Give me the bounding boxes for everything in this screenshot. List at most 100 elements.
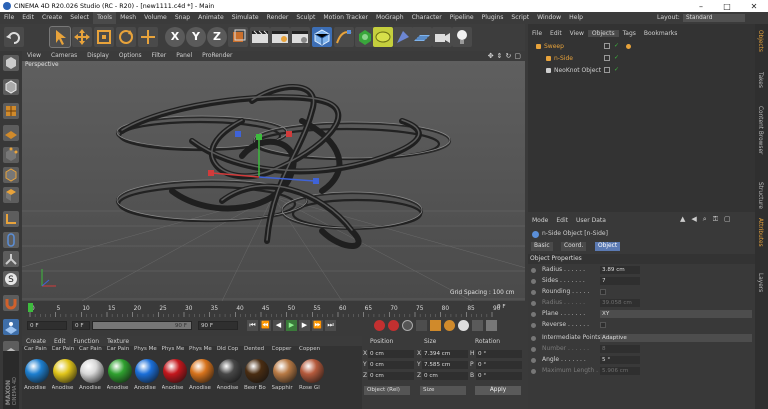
rotation-h-field[interactable]: 0 ° bbox=[476, 350, 522, 358]
edges-mode-icon[interactable] bbox=[3, 167, 19, 183]
menu-select[interactable]: Select bbox=[66, 12, 93, 24]
object-tree-row[interactable]: NeoKnot Object ✓ bbox=[528, 65, 755, 76]
rotation-p-field[interactable]: 0 ° bbox=[476, 361, 522, 369]
up-arrow-icon[interactable]: ▲ bbox=[680, 215, 685, 224]
position-z-field[interactable]: 0 cm bbox=[368, 372, 414, 380]
menu-edit[interactable]: Edit bbox=[18, 12, 38, 24]
menu-window[interactable]: Window bbox=[533, 12, 565, 24]
menu-sculpt[interactable]: Sculpt bbox=[292, 12, 319, 24]
menu-tools[interactable]: Tools bbox=[93, 12, 117, 24]
side-tab-attributes[interactable]: Attributes bbox=[757, 218, 763, 247]
attribute-row[interactable]: Angle . . . . . . . 5 ° bbox=[528, 355, 755, 365]
viewport-canvas[interactable] bbox=[22, 61, 525, 301]
enable-check-icon[interactable]: ✓ bbox=[614, 55, 620, 61]
object-tree-row[interactable]: n-Side ✓ bbox=[528, 53, 755, 64]
material-swatch[interactable]: Copper Sapphir bbox=[272, 346, 299, 406]
attribute-menu-user-data[interactable]: User Data bbox=[572, 217, 610, 224]
move-tool-icon[interactable] bbox=[72, 27, 92, 47]
material-swatch[interactable]: Phys Me Anodise bbox=[189, 346, 216, 406]
visibility-toggle-icon[interactable] bbox=[604, 43, 610, 49]
enable-axis-icon[interactable] bbox=[3, 251, 19, 267]
material-swatch[interactable]: Car Pain Anodise bbox=[107, 346, 134, 406]
animate-dot-icon[interactable] bbox=[531, 347, 536, 352]
frame-range-slider[interactable]: 90 F bbox=[92, 321, 192, 330]
material-swatch[interactable]: Car Pain Anodise bbox=[52, 346, 79, 406]
toggle-layout-icon[interactable]: ▢ bbox=[514, 52, 521, 60]
viewport-menu-filter[interactable]: Filter bbox=[147, 53, 172, 59]
material-swatch[interactable]: Dented Beer Bo bbox=[244, 346, 271, 406]
rotation-key-icon[interactable] bbox=[444, 320, 455, 331]
menu-animate[interactable]: Animate bbox=[194, 12, 228, 24]
attribute-value-field[interactable]: 5.906 cm bbox=[600, 367, 640, 375]
cube-primitive-icon[interactable] bbox=[312, 27, 332, 47]
y-axis-lock-button[interactable]: Y bbox=[186, 27, 206, 47]
side-tab-objects[interactable]: Objects bbox=[757, 30, 763, 52]
coordinate-system-icon[interactable] bbox=[228, 27, 248, 47]
record-keys-icon[interactable] bbox=[374, 320, 385, 331]
object-tree-row[interactable]: Sweep ✓ bbox=[528, 41, 755, 52]
play-icon[interactable]: ▶ bbox=[286, 320, 297, 331]
snap-icon[interactable]: S bbox=[3, 271, 19, 287]
object-menu-bookmarks[interactable]: Bookmarks bbox=[640, 30, 682, 37]
animate-dot-icon[interactable] bbox=[531, 290, 536, 295]
autokeying-icon[interactable] bbox=[388, 320, 399, 331]
material-swatch[interactable]: Coppen Rose Gl bbox=[299, 346, 326, 406]
attribute-tab-basic[interactable]: Basic bbox=[531, 242, 553, 251]
recent-tool-icon[interactable] bbox=[138, 27, 158, 47]
playhead-marker[interactable] bbox=[28, 303, 33, 312]
menu-character[interactable]: Character bbox=[408, 12, 446, 24]
side-tab-content-browser[interactable]: Content Browser bbox=[757, 106, 763, 154]
visibility-toggle-icon[interactable] bbox=[604, 55, 610, 61]
magnet-icon[interactable] bbox=[3, 295, 19, 311]
start-frame-field[interactable]: 0 F bbox=[72, 321, 90, 330]
menu-create[interactable]: Create bbox=[38, 12, 66, 24]
animate-dot-icon[interactable] bbox=[531, 323, 536, 328]
size-z-field[interactable]: 0 cm bbox=[422, 372, 468, 380]
coordinate-mode-select[interactable]: Object (Rel) bbox=[364, 386, 410, 395]
viewport-menu-display[interactable]: Display bbox=[82, 53, 114, 59]
camera-icon[interactable] bbox=[432, 27, 452, 47]
phong-tag-icon[interactable] bbox=[626, 44, 631, 49]
z-axis-lock-button[interactable]: Z bbox=[207, 27, 227, 47]
enable-check-icon[interactable]: ✓ bbox=[614, 67, 620, 73]
tweak-mode-icon[interactable] bbox=[3, 232, 19, 248]
back-arrow-icon[interactable]: ◀ bbox=[691, 215, 696, 224]
previous-key-icon[interactable]: ⏪ bbox=[260, 320, 271, 331]
close-button[interactable]: ✕ bbox=[741, 0, 767, 12]
rotation-b-field[interactable]: 0 ° bbox=[476, 372, 522, 380]
go-to-end-icon[interactable]: ⏭ bbox=[325, 320, 336, 331]
timeline-window-icon[interactable] bbox=[486, 320, 497, 331]
3d-viewport[interactable]: Perspective Grid Spacing : 100 cm bbox=[22, 61, 525, 301]
model-mode-icon[interactable] bbox=[3, 79, 19, 95]
material-swatch[interactable]: Phys Me Anodise bbox=[134, 346, 161, 406]
parameter-key-icon[interactable] bbox=[458, 320, 469, 331]
attribute-value-field[interactable]: 7 bbox=[600, 277, 640, 285]
floor-environment-icon[interactable] bbox=[412, 27, 432, 47]
attribute-checkbox[interactable] bbox=[600, 322, 606, 328]
apply-button[interactable]: Apply bbox=[475, 386, 521, 395]
attribute-row[interactable]: Maximum Length . . 5.906 cm bbox=[528, 366, 755, 376]
menu-mograph[interactable]: MoGraph bbox=[372, 12, 408, 24]
subdivision-surface-icon[interactable] bbox=[355, 27, 375, 47]
attribute-row[interactable]: Plane . . . . . . . XY bbox=[528, 309, 755, 319]
lock-icon[interactable]: ⚿ bbox=[713, 215, 718, 224]
next-key-icon[interactable]: ⏩ bbox=[312, 320, 323, 331]
camera-label[interactable]: Perspective bbox=[25, 62, 59, 68]
position-x-field[interactable]: 0 cm bbox=[368, 350, 414, 358]
previous-frame-icon[interactable]: ◀ bbox=[273, 320, 284, 331]
object-menu-tags[interactable]: Tags bbox=[619, 30, 640, 37]
go-to-start-icon[interactable]: ⏮ bbox=[247, 320, 258, 331]
pen-spline-icon[interactable] bbox=[334, 27, 354, 47]
attribute-row[interactable]: Reverse . . . . . . bbox=[528, 320, 755, 330]
attribute-row[interactable]: Sides . . . . . . . 7 bbox=[528, 276, 755, 286]
workplane-mode-icon[interactable] bbox=[3, 125, 19, 141]
object-menu-edit[interactable]: Edit bbox=[546, 30, 566, 37]
keyframe-selection-icon[interactable] bbox=[402, 320, 413, 331]
max-frame-field[interactable]: 90 F bbox=[198, 321, 238, 330]
attribute-row[interactable]: Radius . . . . . . 3.89 cm bbox=[528, 265, 755, 275]
undo-button[interactable] bbox=[4, 27, 24, 47]
attribute-tab-object[interactable]: Object bbox=[595, 242, 621, 251]
deformer-icon[interactable] bbox=[393, 27, 413, 47]
object-menu-file[interactable]: File bbox=[528, 30, 546, 37]
render-settings-icon[interactable] bbox=[290, 27, 310, 47]
